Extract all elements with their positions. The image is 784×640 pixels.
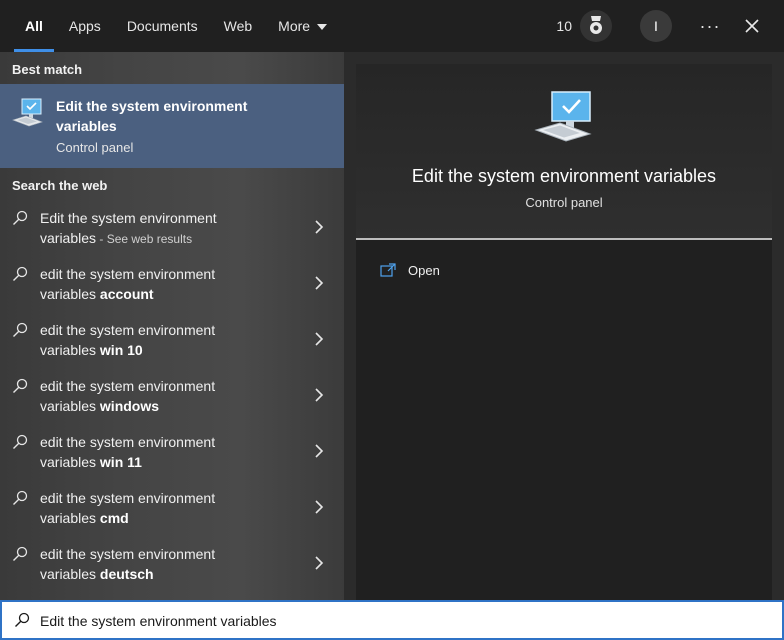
suggestion-line2: variables: [40, 286, 100, 302]
ellipsis-icon: ···: [699, 15, 721, 36]
tab-label: Apps: [68, 18, 101, 34]
chevron-down-icon: [317, 24, 328, 30]
tab-web[interactable]: Web: [211, 0, 266, 52]
chevron-right-icon: [315, 220, 324, 234]
web-suggestion-item[interactable]: edit the system environment variables wi…: [0, 422, 344, 478]
search-icon: [13, 322, 28, 337]
best-match-subtitle: Control panel: [56, 140, 134, 155]
chevron-right-icon: [315, 388, 324, 402]
open-label: Open: [408, 262, 440, 278]
preview-subtitle: Control panel: [525, 195, 603, 210]
medal-icon[interactable]: [580, 10, 612, 42]
suggestion-keyword: deutsch: [99, 566, 154, 582]
best-match-title: Edit the system environment variables: [56, 98, 248, 134]
search-icon: [13, 266, 28, 281]
results-panel: Best match Edit the system environment v…: [0, 52, 344, 600]
filter-tabs: All Apps Documents Web More: [0, 0, 340, 52]
close-button[interactable]: [734, 8, 770, 44]
search-icon: [15, 612, 30, 627]
suggestion-keyword: windows: [99, 398, 160, 414]
suggestion-text: edit the system environment variables wi…: [40, 432, 290, 472]
suggestion-line1: edit the system environment: [40, 266, 216, 282]
suggestion-line2: variables: [40, 342, 100, 358]
tab-label: Documents: [126, 18, 198, 34]
suggestion-line2: variables: [40, 454, 100, 470]
avatar[interactable]: I: [640, 10, 672, 42]
suggestion-line1: edit the system environment: [40, 378, 216, 394]
suggestion-text: edit the system environment variables cm…: [40, 488, 290, 528]
best-match-label: Best match: [12, 62, 83, 77]
suggestion-line1: edit the system environment: [40, 546, 216, 562]
preview-header: Edit the system environment variables Co…: [356, 64, 772, 240]
search-box[interactable]: [0, 600, 784, 640]
tab-documents[interactable]: Documents: [114, 0, 211, 52]
suggestion-suffix: - See web results: [96, 232, 193, 246]
computer-settings-icon: [534, 91, 592, 142]
tab-label: More: [278, 18, 311, 34]
chevron-right-icon: [315, 444, 324, 458]
suggestion-keyword: win 11: [99, 454, 142, 470]
more-options-button[interactable]: ···: [692, 8, 728, 44]
suggestion-text: edit the system environment variables wi…: [40, 376, 290, 416]
avatar-initial: I: [654, 18, 658, 34]
suggestion-line2: variables: [40, 230, 97, 246]
preview-title: Edit the system environment variables: [411, 166, 717, 186]
suggestion-keyword: cmd: [99, 510, 129, 526]
header-actions: 10 I ···: [556, 0, 784, 52]
web-suggestion-item[interactable]: Edit the system environment variables - …: [0, 198, 344, 254]
rewards-points: 10: [556, 18, 572, 34]
suggestion-line2: variables: [40, 510, 100, 526]
suggestion-line1: edit the system environment: [40, 490, 216, 506]
suggestion-line2: variables: [40, 398, 100, 414]
suggestion-line1: Edit the system environment: [40, 210, 217, 226]
web-suggestion-item[interactable]: edit the system environment variables wi…: [0, 310, 344, 366]
web-suggestion-item[interactable]: edit the system environment variables de…: [0, 534, 344, 590]
chevron-right-icon: [315, 276, 324, 290]
tab-apps[interactable]: Apps: [56, 0, 114, 52]
web-suggestions-list: Edit the system environment variables - …: [0, 198, 344, 590]
tab-all[interactable]: All: [12, 0, 56, 52]
suggestion-line1: edit the system environment: [40, 434, 216, 450]
chevron-right-icon: [315, 500, 324, 514]
web-suggestion-item[interactable]: edit the system environment variables ac…: [0, 254, 344, 310]
search-input[interactable]: [40, 608, 760, 634]
search-icon: [13, 210, 28, 225]
search-icon: [13, 490, 28, 505]
tab-label: All: [25, 18, 43, 34]
preview-card: Edit the system environment variables Co…: [356, 64, 772, 600]
suggestion-text: edit the system environment variables ac…: [40, 264, 290, 304]
top-bar: All Apps Documents Web More 10 I ···: [0, 0, 784, 52]
preview-pane: Edit the system environment variables Co…: [344, 52, 784, 600]
suggestion-text: Edit the system environment variables - …: [40, 208, 290, 249]
suggestion-keyword: win 10: [99, 342, 143, 358]
close-icon: [745, 19, 759, 33]
tab-more[interactable]: More: [265, 0, 340, 52]
web-suggestion-item[interactable]: edit the system environment variables wi…: [0, 366, 344, 422]
tab-label: Web: [223, 18, 253, 34]
best-match-result[interactable]: Edit the system environment variables Co…: [0, 84, 344, 168]
web-suggestion-item[interactable]: edit the system environment variables cm…: [0, 478, 344, 534]
chevron-right-icon: [315, 332, 324, 346]
suggestion-text: edit the system environment variables de…: [40, 544, 290, 584]
suggestion-keyword: account: [99, 286, 154, 302]
suggestion-line2: variables: [40, 566, 100, 582]
search-icon: [13, 378, 28, 393]
suggestion-text: edit the system environment variables wi…: [40, 320, 290, 360]
search-icon: [13, 546, 28, 561]
search-web-label: Search the web: [12, 178, 108, 193]
chevron-right-icon: [315, 556, 324, 570]
suggestion-line1: edit the system environment: [40, 322, 216, 338]
search-icon: [13, 434, 28, 449]
open-action[interactable]: Open: [380, 260, 440, 280]
computer-settings-icon: [12, 98, 43, 127]
open-icon: [380, 263, 396, 277]
